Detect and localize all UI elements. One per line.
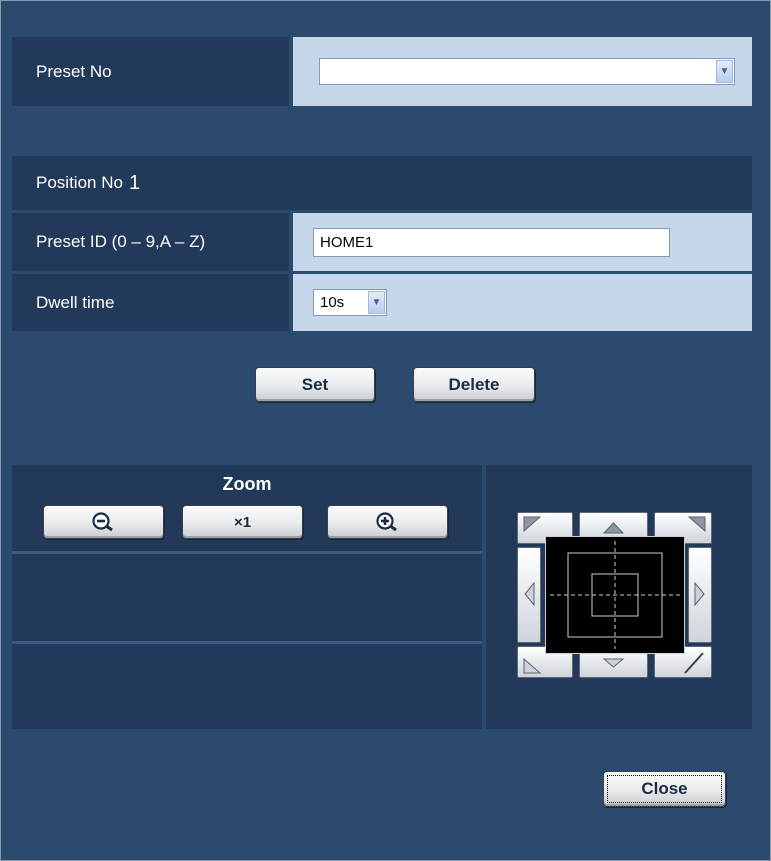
dwell-time-cell: 10s ▼	[293, 274, 752, 331]
arrow-right-icon	[694, 581, 705, 607]
delete-button[interactable]: Delete	[413, 367, 535, 402]
dwell-time-select[interactable]: 10s ▼	[313, 289, 387, 316]
close-button[interactable]: Close	[603, 771, 726, 807]
preset-no-label: Preset No	[12, 37, 289, 106]
pan-tilt-control-pad	[517, 512, 712, 678]
pan-left-button[interactable]	[517, 547, 541, 643]
preset-no-select[interactable]: ▼	[319, 58, 735, 85]
zoom-in-icon	[375, 512, 397, 532]
crosshair-icon	[550, 541, 680, 649]
position-no-value: 1	[128, 171, 141, 194]
position-no-header: Position No 1	[12, 156, 752, 210]
pan-tilt-view-area[interactable]	[545, 536, 685, 654]
zoom-divider-1	[12, 551, 482, 554]
set-button[interactable]: Set	[255, 367, 375, 402]
zoom-reset-button[interactable]: ×1	[182, 505, 303, 539]
chevron-down-icon[interactable]: ▼	[716, 60, 733, 83]
preset-id-label: Preset ID (0 – 9,A – Z)	[12, 213, 289, 271]
zoom-out-icon	[91, 512, 113, 532]
arrow-left-icon	[524, 581, 535, 607]
zoom-in-button[interactable]	[327, 505, 448, 539]
pan-tilt-panel	[486, 465, 752, 729]
zoom-panel: Zoom ×1	[12, 465, 482, 729]
chevron-down-icon[interactable]: ▼	[368, 291, 385, 314]
zoom-divider-2	[12, 641, 482, 644]
preset-dialog: Preset No ▼ Position No 1 Preset ID (0 –…	[0, 0, 771, 861]
preset-id-input[interactable]: HOME1	[313, 227, 670, 257]
zoom-title: Zoom	[222, 474, 272, 494]
preset-id-cell: HOME1	[293, 213, 752, 271]
zoom-out-button[interactable]	[43, 505, 164, 539]
pan-right-button[interactable]	[688, 547, 712, 643]
preset-no-cell: ▼	[293, 37, 752, 106]
dwell-time-label: Dwell time	[12, 274, 289, 331]
